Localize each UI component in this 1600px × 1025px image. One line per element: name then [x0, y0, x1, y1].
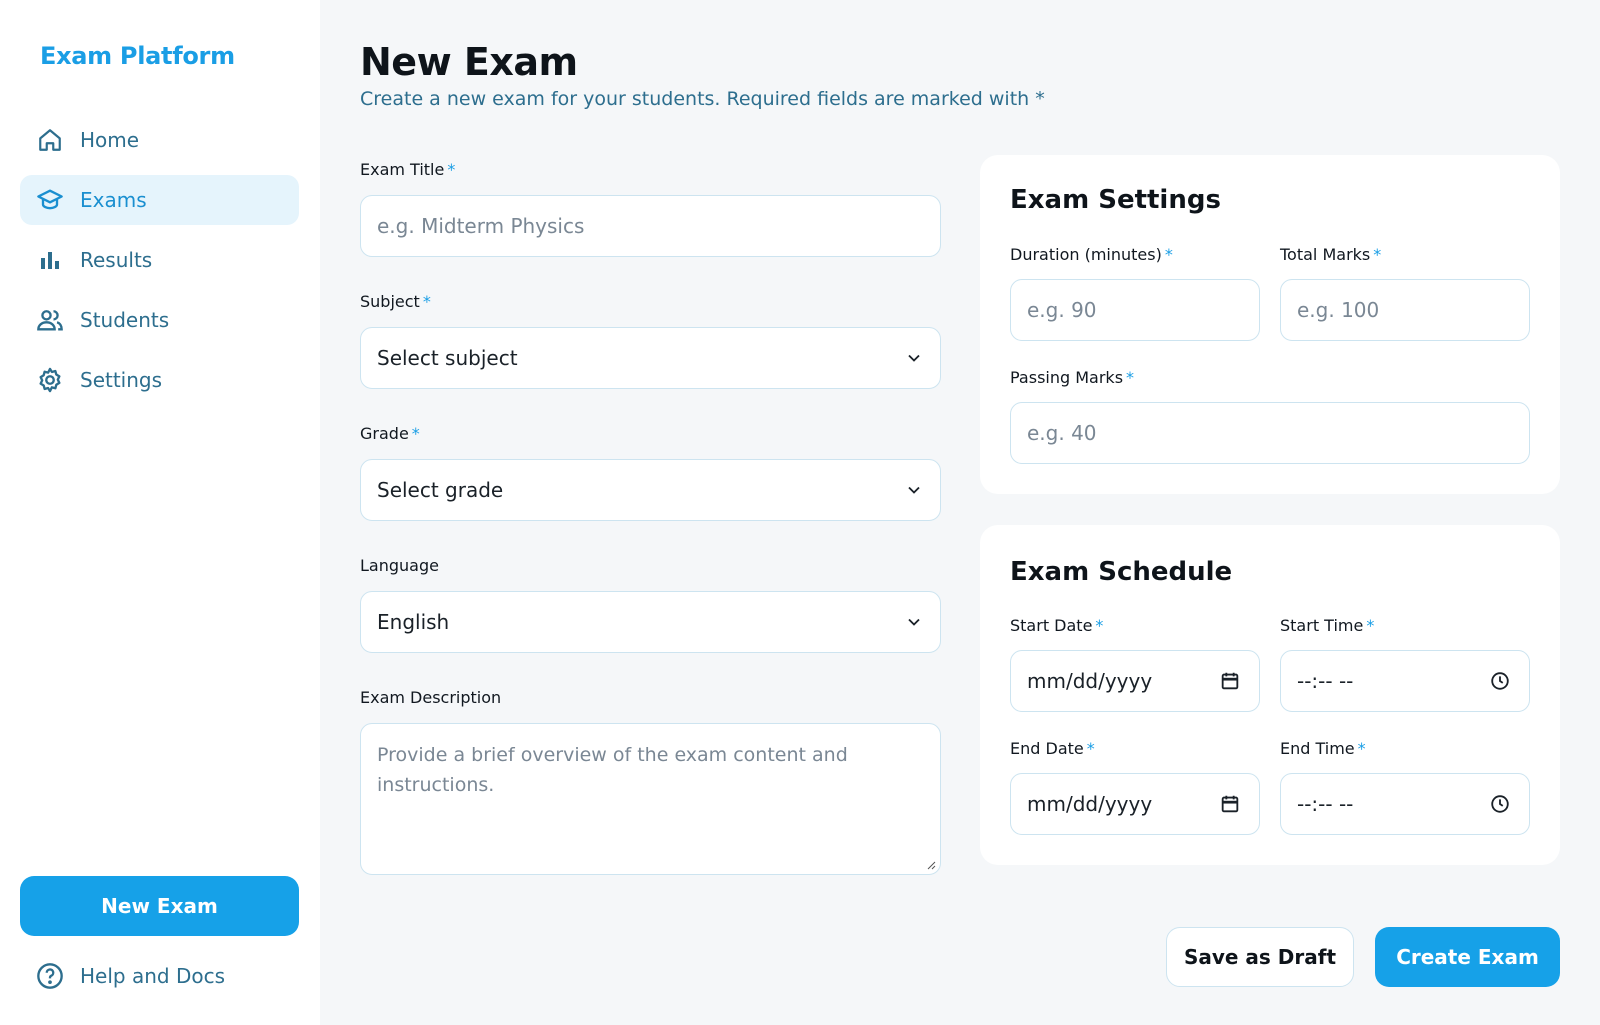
- chevron-down-icon: [908, 354, 920, 362]
- end-time-label: End Time *: [1280, 739, 1366, 758]
- sidebar-item-results[interactable]: Results: [20, 235, 299, 285]
- language-label: Language: [360, 556, 439, 575]
- sidebar-item-home[interactable]: Home: [20, 115, 299, 165]
- exam-title-input[interactable]: e.g. Midterm Physics: [360, 195, 941, 257]
- start-time-input[interactable]: --:-- --: [1280, 650, 1530, 712]
- end-time-input[interactable]: --:-- --: [1280, 773, 1530, 835]
- end-date-label: End Date *: [1010, 739, 1095, 758]
- clock-icon[interactable]: [1489, 793, 1511, 815]
- sidebar-item-label: Home: [80, 128, 140, 152]
- duration-input[interactable]: e.g. 90: [1010, 279, 1260, 341]
- help-label: Help and Docs: [80, 964, 225, 988]
- exam-schedule-card: Exam Schedule Start Date * mm/dd/yyyy Sta…: [980, 525, 1560, 865]
- exam-title-label: Exam Title *: [360, 160, 456, 179]
- start-time-label: Start Time *: [1280, 616, 1375, 635]
- passing-marks-label: Passing Marks *: [1010, 368, 1135, 387]
- calendar-icon[interactable]: [1219, 793, 1241, 815]
- sidebar-item-exams[interactable]: Exams: [20, 175, 299, 225]
- new-exam-button[interactable]: New Exam: [20, 876, 299, 936]
- total-marks-label: Total Marks *: [1280, 245, 1382, 264]
- sidebar-item-settings[interactable]: Settings: [20, 355, 299, 405]
- grade-label: Grade *: [360, 424, 420, 443]
- exam-schedule-title: Exam Schedule: [1010, 557, 1233, 587]
- save-draft-button[interactable]: Save as Draft: [1166, 927, 1354, 987]
- sidebar-nav: Home Exams Results Students Settings: [20, 115, 299, 415]
- sidebar-item-label: Settings: [80, 368, 163, 392]
- chevron-down-icon: [908, 618, 920, 626]
- exam-settings-card: Exam Settings Duration (minutes) * e.g. 9…: [980, 155, 1560, 494]
- clock-icon[interactable]: [1489, 670, 1511, 692]
- calendar-icon[interactable]: [1219, 670, 1241, 692]
- total-marks-input[interactable]: e.g. 100: [1280, 279, 1530, 341]
- page-title: New Exam: [360, 40, 578, 84]
- resize-grip-icon[interactable]: [926, 860, 936, 870]
- end-date-input[interactable]: mm/dd/yyyy: [1010, 773, 1260, 835]
- description-textarea[interactable]: Provide a brief overview of the exam con…: [360, 723, 941, 875]
- bar-chart-icon: [36, 246, 64, 274]
- sidebar-item-students[interactable]: Students: [20, 295, 299, 345]
- home-icon: [36, 126, 64, 154]
- help-circle-icon: [36, 962, 64, 990]
- start-date-input[interactable]: mm/dd/yyyy: [1010, 650, 1260, 712]
- grade-select[interactable]: Select grade: [360, 459, 941, 521]
- sidebar-item-label: Students: [80, 308, 170, 332]
- help-link[interactable]: Help and Docs: [36, 962, 225, 990]
- create-exam-button[interactable]: Create Exam: [1375, 927, 1560, 987]
- duration-label: Duration (minutes) *: [1010, 245, 1173, 264]
- sidebar: Exam Platform Home Exams Results Student…: [0, 0, 320, 1025]
- sidebar-item-label: Exams: [80, 188, 147, 212]
- subject-select[interactable]: Select subject: [360, 327, 941, 389]
- exam-settings-title: Exam Settings: [1010, 185, 1221, 215]
- description-label: Exam Description: [360, 688, 502, 707]
- users-icon: [36, 306, 64, 334]
- graduation-cap-icon: [36, 186, 64, 214]
- page-subtitle: Create a new exam for your students. Req…: [360, 88, 1045, 110]
- sidebar-item-label: Results: [80, 248, 153, 272]
- passing-marks-input[interactable]: e.g. 40: [1010, 402, 1530, 464]
- start-date-label: Start Date *: [1010, 616, 1104, 635]
- chevron-down-icon: [908, 486, 920, 494]
- gear-icon: [36, 366, 64, 394]
- subject-label: Subject *: [360, 292, 431, 311]
- brand-title: Exam Platform: [40, 42, 235, 70]
- language-select[interactable]: English: [360, 591, 941, 653]
